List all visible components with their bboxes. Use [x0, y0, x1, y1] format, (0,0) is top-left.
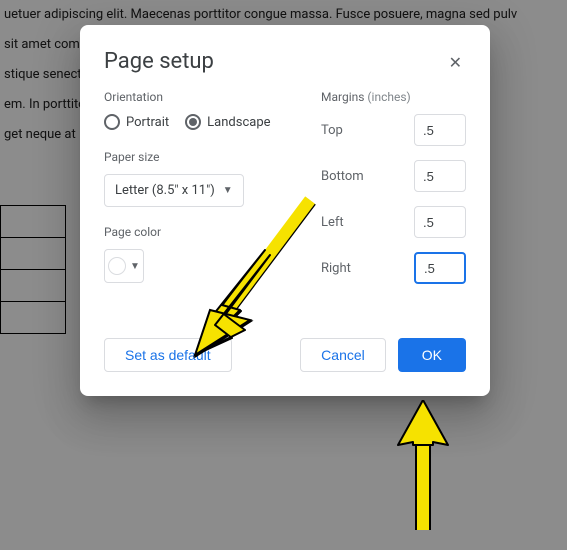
- orientation-landscape-label: Landscape: [207, 115, 270, 130]
- margin-top-label: Top: [321, 123, 343, 138]
- margins-unit-hint: (inches): [367, 90, 410, 104]
- margin-right-label: Right: [321, 261, 351, 276]
- page-color-dropdown[interactable]: ▼: [104, 249, 144, 283]
- orientation-portrait-label: Portrait: [126, 115, 169, 130]
- close-icon: ✕: [449, 53, 462, 72]
- orientation-landscape-radio[interactable]: Landscape: [185, 114, 270, 130]
- margin-left-label: Left: [321, 215, 344, 230]
- ok-button[interactable]: OK: [398, 338, 466, 372]
- margin-top-input[interactable]: [414, 114, 466, 146]
- close-button[interactable]: ✕: [445, 49, 466, 76]
- cancel-button[interactable]: Cancel: [300, 338, 386, 372]
- page-setup-dialog: Page setup ✕ Orientation Portrait Landsc…: [80, 25, 490, 396]
- margin-bottom-label: Bottom: [321, 169, 364, 184]
- paper-size-dropdown[interactable]: Letter (8.5" x 11") ▼: [104, 174, 244, 207]
- page-color-label: Page color: [104, 225, 301, 239]
- set-as-default-button[interactable]: Set as default: [104, 338, 232, 372]
- paper-size-value: Letter (8.5" x 11"): [115, 183, 215, 198]
- radio-icon: [185, 114, 201, 130]
- paper-size-label: Paper size: [104, 150, 301, 164]
- chevron-down-icon: ▼: [223, 185, 233, 196]
- margin-bottom-input[interactable]: [414, 160, 466, 192]
- orientation-portrait-radio[interactable]: Portrait: [104, 114, 169, 130]
- chevron-down-icon: ▼: [130, 261, 140, 272]
- orientation-label: Orientation: [104, 90, 301, 104]
- color-swatch-icon: [108, 257, 126, 275]
- margin-right-input[interactable]: [414, 252, 466, 284]
- dialog-title: Page setup: [104, 49, 214, 74]
- radio-icon: [104, 114, 120, 130]
- margin-left-input[interactable]: [414, 206, 466, 238]
- margins-label: Margins (inches): [321, 90, 466, 104]
